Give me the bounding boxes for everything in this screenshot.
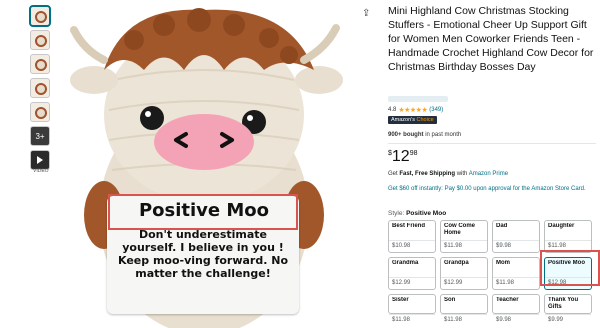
price: $ 12 98	[388, 148, 418, 166]
style-option-price: $9.98	[496, 243, 512, 249]
video-label: VIDEO	[33, 168, 49, 174]
style-option[interactable]: Grandma $12.99	[388, 257, 436, 290]
thumbnail-cow-image	[35, 107, 47, 119]
share-icon[interactable]: ⇪	[362, 8, 370, 19]
style-option-name: Cow Come Home	[444, 223, 476, 236]
style-option-name: Mom	[496, 260, 510, 266]
style-option-name: Best Friend	[392, 223, 426, 229]
style-option[interactable]: Cow Come Home $11.98	[440, 220, 488, 253]
thumbnail-1[interactable]	[30, 6, 50, 26]
style-option-name: Thank You Gifts	[548, 297, 579, 310]
style-option-price: $12.99	[392, 280, 411, 286]
style-option-price: $10.98	[392, 243, 411, 249]
card-message: Don't underestimate yourself. I believe …	[118, 228, 288, 280]
style-option[interactable]: Mom $11.98	[492, 257, 540, 290]
shipping-bold: Fast, Free Shipping	[399, 171, 456, 177]
thumbnail-cow-image	[35, 35, 47, 47]
rating-value: 4.8	[388, 107, 397, 113]
rating-stars-icon: ★★★★★	[398, 107, 428, 114]
thumbnail-column: 3+	[30, 6, 52, 174]
style-option-name: Daughter	[548, 223, 575, 229]
thumbnail-cow-image	[35, 11, 47, 23]
play-icon	[37, 156, 43, 164]
store-card-offer-link[interactable]: Get $60 off instantly: Pay $0.00 upon ap…	[388, 185, 598, 194]
style-option-price: $9.98	[496, 317, 512, 323]
product-info: Mini Highland Cow Christmas Stocking Stu…	[388, 4, 596, 102]
style-option-price: $11.98	[444, 243, 462, 249]
product-title: Mini Highland Cow Christmas Stocking Stu…	[388, 5, 594, 73]
thumbnail-2[interactable]	[30, 30, 50, 50]
style-option-name: Son	[444, 297, 456, 303]
style-option[interactable]: Thank You Gifts $9.99	[544, 294, 592, 323]
shipping-info: Get Fast, Free Shipping with Amazon Prim…	[388, 171, 508, 177]
style-option-price: $11.98	[392, 317, 410, 323]
thumbnail-3[interactable]	[30, 54, 50, 74]
thumbnail-video[interactable]	[30, 150, 50, 170]
shipping-prefix: Get	[388, 171, 400, 177]
divider	[388, 143, 596, 144]
thumbnail-5[interactable]	[30, 102, 50, 122]
highlight-box-card-title	[108, 194, 298, 230]
style-option-name: Teacher	[496, 297, 519, 303]
style-option-price: $11.98	[496, 280, 514, 286]
style-option-name: Grandpa	[444, 260, 469, 266]
bought-count: 900+ bought	[388, 132, 424, 138]
thumbnail-cow-image	[35, 59, 47, 71]
style-label: Style:	[388, 210, 405, 217]
style-option[interactable]: Dad $9.98	[492, 220, 540, 253]
brand-link-blurred[interactable]	[388, 96, 448, 102]
thumbnail-cow-image	[35, 83, 47, 95]
style-option-name: Dad	[496, 223, 508, 229]
style-option[interactable]: Sister $11.98	[388, 294, 436, 323]
price-fraction: 98	[409, 150, 418, 157]
style-option[interactable]: Best Friend $10.98	[388, 220, 436, 253]
thumbnail-4[interactable]	[30, 78, 50, 98]
rating-count[interactable]: (349)	[429, 107, 443, 113]
style-option-price: $12.99	[444, 280, 463, 286]
rating-row[interactable]: 4.8 ★★★★★ (349)	[388, 106, 443, 114]
price-whole: 12	[391, 148, 410, 165]
thumbnail-more[interactable]: 3+	[30, 126, 50, 146]
style-option[interactable]: Daughter $11.98	[544, 220, 592, 253]
style-option-price: $9.99	[548, 317, 564, 323]
style-option[interactable]: Son $11.98	[440, 294, 488, 323]
bought-in-past-month: 900+ bought in past month	[388, 132, 461, 138]
thumbnail-more-label: 3+	[35, 131, 45, 141]
style-option-name: Grandma	[392, 260, 419, 266]
style-option[interactable]: Teacher $9.98	[492, 294, 540, 323]
bought-rest: in past month	[425, 132, 462, 138]
style-value: Positive Moo	[406, 210, 447, 217]
shipping-mid: with	[455, 171, 469, 177]
amazon-prime-link[interactable]: Amazon Prime	[469, 171, 508, 177]
style-option-name: Sister	[392, 297, 409, 303]
highlight-box-selected-style	[540, 250, 600, 286]
style-option-price: $11.98	[444, 317, 462, 323]
amazons-choice-badge: Amazon's Choice	[388, 116, 437, 124]
style-selection-label: Style: Positive Moo	[388, 210, 446, 217]
style-option[interactable]: Grandpa $12.99	[440, 257, 488, 290]
badge-suffix: Choice	[416, 117, 434, 123]
style-option-price: $11.98	[548, 243, 566, 249]
badge-prefix: Amazon's	[391, 117, 415, 123]
